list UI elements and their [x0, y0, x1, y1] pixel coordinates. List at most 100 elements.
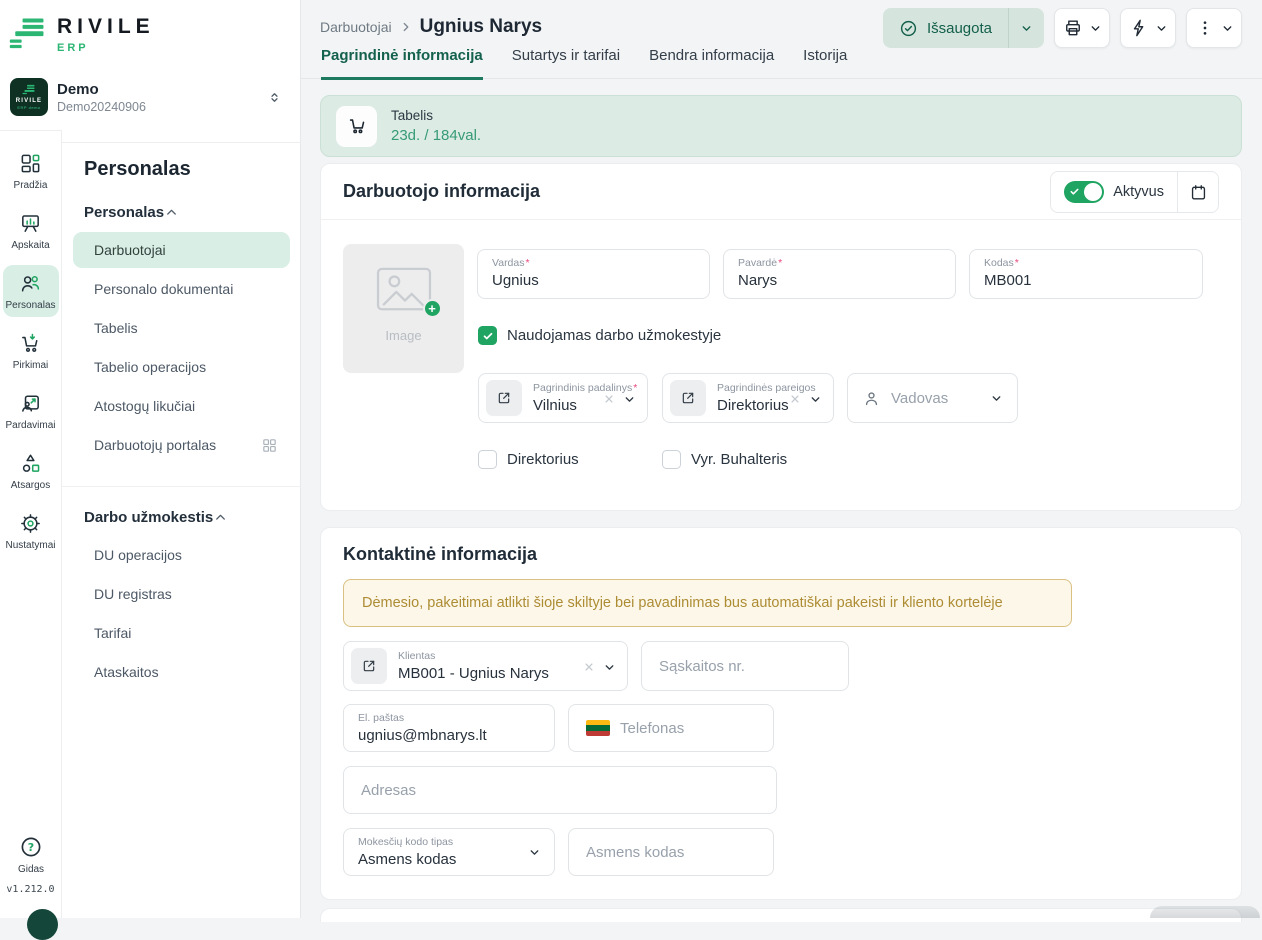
- rail-item-nustatymai[interactable]: Nustatymai: [3, 505, 59, 557]
- clear-icon[interactable]: [582, 660, 596, 674]
- check-circle-icon: [899, 19, 918, 38]
- checkbox[interactable]: [478, 326, 497, 345]
- save-dropdown-button[interactable]: [1009, 22, 1044, 35]
- chevron-up-icon: [213, 510, 228, 525]
- rail-item-label: Pradžia: [14, 180, 48, 191]
- open-department-button[interactable]: [486, 380, 522, 416]
- director-checkbox-label: Direktorius: [507, 451, 579, 468]
- accountant-checkbox[interactable]: Vyr. Buhalteris: [662, 450, 787, 469]
- address-field[interactable]: Adresas: [343, 766, 777, 814]
- rail-item-pirkimai[interactable]: Pirkimai: [3, 325, 59, 377]
- sidebar-item-du-registras[interactable]: DU registras: [73, 576, 290, 612]
- account-number-field[interactable]: Sąskaitos nr.: [641, 641, 849, 691]
- company-switcher[interactable]: RIVILE ERP demo Demo Demo20240906: [10, 77, 290, 117]
- clear-icon[interactable]: [788, 392, 802, 406]
- chevron-down-icon[interactable]: [809, 393, 822, 406]
- checkbox[interactable]: [478, 450, 497, 469]
- rivile-logo[interactable]: RIVILE ERP: [8, 12, 155, 56]
- brand-product: ERP: [57, 42, 155, 54]
- code-field[interactable]: Kodas* MB001: [969, 249, 1203, 299]
- page-title: Ugnius Narys: [420, 16, 542, 38]
- sidebar-item-personalo-dokumentai[interactable]: Personalo dokumentai: [73, 271, 290, 307]
- manager-select[interactable]: Vadovas: [847, 373, 1018, 423]
- section-title: Kontaktinė informacija: [343, 544, 537, 565]
- question-circle-icon: ?: [19, 835, 43, 859]
- department-value: Vilnius: [533, 397, 609, 414]
- add-photo-icon[interactable]: +: [423, 299, 442, 318]
- tab-pagrindin-informacija[interactable]: Pagrindinė informacija: [321, 47, 483, 80]
- printer-icon: [1063, 18, 1083, 38]
- email-field[interactable]: El. paštas ugnius@mbnarys.lt: [343, 704, 555, 752]
- chat-widget-shadow: [1150, 906, 1260, 918]
- phone-field[interactable]: Telefonas: [568, 704, 774, 752]
- rail-item-label: Gidas: [18, 864, 44, 875]
- status-control-group: Aktyvus: [1050, 171, 1219, 213]
- tax-code-type-select[interactable]: Mokesčių kodo tipas Asmens kodas: [343, 828, 555, 876]
- rail-item-label: Pardavimai: [5, 420, 55, 431]
- first-name-field[interactable]: Vardas* Ugnius: [477, 249, 710, 299]
- active-toggle[interactable]: Aktyvus: [1051, 181, 1177, 203]
- rail-item-pardavimai[interactable]: Pardavimai: [3, 385, 59, 437]
- sidebar-item-tabelis[interactable]: Tabelis: [73, 310, 290, 346]
- chevron-down-icon: [528, 846, 541, 859]
- rail-item-apskaita[interactable]: Apskaita: [3, 205, 59, 257]
- sidebar-item-tabelio-operacijos[interactable]: Tabelio operacijos: [73, 349, 290, 385]
- tabelis-banner[interactable]: Tabelis 23d. / 184val.: [320, 95, 1242, 157]
- position-combo[interactable]: Pagrindinės pareigos* Direktorius: [662, 373, 834, 423]
- pirkimai-icon: [19, 332, 42, 355]
- menu-section-header[interactable]: Personalas: [84, 204, 283, 221]
- company-name: Demo: [57, 81, 146, 98]
- tab-bendra-informacija[interactable]: Bendra informacija: [649, 47, 774, 80]
- chevron-down-icon[interactable]: [603, 661, 616, 674]
- nustatymai-icon: [19, 512, 42, 535]
- payroll-checkbox[interactable]: Naudojamas darbo užmokestyje: [478, 326, 721, 345]
- pradzia-icon: [19, 152, 42, 175]
- warning-banner: Dėmesio, pakeitimai atlikti šioje skilty…: [343, 579, 1072, 627]
- sidebar-item-atostog-liku-iai[interactable]: Atostogų likučiai: [73, 388, 290, 424]
- toggle-switch[interactable]: [1064, 181, 1104, 203]
- checkbox[interactable]: [662, 450, 681, 469]
- sidebar-item-ataskaitos[interactable]: Ataskaitos: [73, 654, 290, 690]
- breadcrumb: Darbuotojai Ugnius Narys: [320, 16, 542, 38]
- save-status-button[interactable]: Išsaugota: [883, 8, 1044, 48]
- print-button[interactable]: [1054, 8, 1110, 48]
- last-name-field[interactable]: Pavardė* Narys: [723, 249, 956, 299]
- sidebar-item-darbuotoj-portalas[interactable]: Darbuotojų portalas: [73, 427, 290, 463]
- rail-item-atsargos[interactable]: Atsargos: [3, 445, 59, 497]
- sidebar-item-tarifai[interactable]: Tarifai: [73, 615, 290, 651]
- clear-icon[interactable]: [602, 392, 616, 406]
- chevron-down-icon[interactable]: [623, 393, 636, 406]
- rail-item-pradzia[interactable]: Pradžia: [3, 145, 59, 197]
- tab-istorija[interactable]: Istorija: [803, 47, 847, 80]
- photo-uploader[interactable]: + Image: [343, 244, 464, 373]
- calendar-button[interactable]: [1178, 172, 1218, 212]
- actions-button[interactable]: [1120, 8, 1176, 48]
- open-client-button[interactable]: [351, 648, 387, 684]
- svg-text:?: ?: [28, 841, 34, 854]
- open-position-button[interactable]: [670, 380, 706, 416]
- user-avatar[interactable]: [27, 909, 58, 940]
- director-checkbox[interactable]: Direktorius: [478, 450, 579, 469]
- rail-item-label: Nustatymai: [5, 540, 55, 551]
- rail-item-label: Atsargos: [11, 480, 50, 491]
- sidebar-item-label: DU registras: [94, 586, 172, 602]
- kebab-icon: [1195, 18, 1215, 38]
- breadcrumb-parent[interactable]: Darbuotojai: [320, 19, 392, 35]
- personal-code-field[interactable]: Asmens kodas: [568, 828, 774, 876]
- next-card-edge: [320, 908, 1242, 922]
- client-combo[interactable]: Klientas MB001 - Ugnius Narys: [343, 641, 628, 691]
- tab-sutartys-ir-tarifai[interactable]: Sutartys ir tarifai: [512, 47, 620, 80]
- sidebar-item-label: Atostogų likučiai: [94, 398, 195, 414]
- more-menu-button[interactable]: [1186, 8, 1242, 48]
- external-link-icon: [361, 658, 377, 674]
- menu-section-header[interactable]: Darbo užmokestis: [84, 509, 283, 526]
- banner-title: Tabelis: [391, 108, 481, 123]
- lithuania-flag-icon[interactable]: [586, 720, 610, 736]
- app-version: v1.212.0: [0, 884, 61, 895]
- rail-item-personalas[interactable]: Personalas: [3, 265, 59, 317]
- department-combo[interactable]: Pagrindinis padalinys* Vilnius: [478, 373, 648, 423]
- sidebar-item-du-operacijos[interactable]: DU operacijos: [73, 537, 290, 573]
- sidebar-item-gidas[interactable]: ? Gidas: [3, 835, 59, 875]
- sidebar-item-darbuotojai[interactable]: Darbuotojai: [73, 232, 290, 268]
- employee-info-card: Darbuotojo informacija Aktyvus + Image V…: [320, 163, 1242, 511]
